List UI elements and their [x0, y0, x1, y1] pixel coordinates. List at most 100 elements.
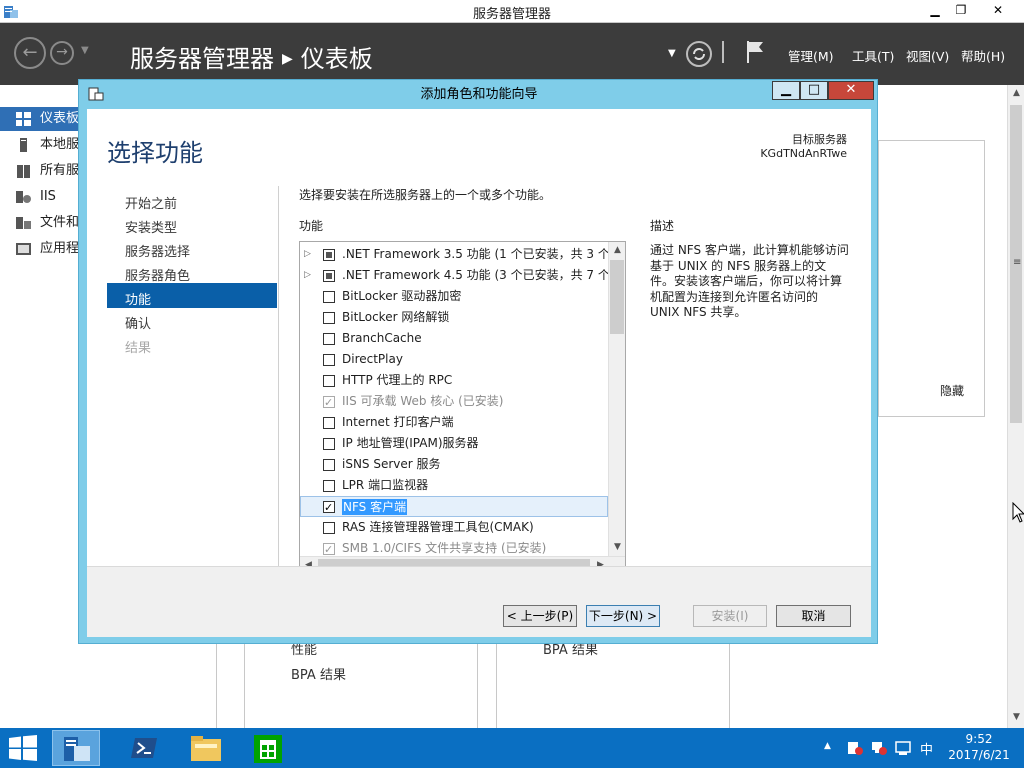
main-scrollbar[interactable]: ▲ ≡ ▼ — [1007, 85, 1024, 728]
feature-label: BranchCache — [342, 331, 422, 345]
folder-icon — [191, 736, 221, 761]
feature-item-lpr[interactable]: LPR 端口监视器 — [300, 475, 608, 496]
expand-icon[interactable]: ▷ — [304, 244, 311, 265]
step-server-selection[interactable]: 服务器选择 — [125, 241, 190, 260]
features-vertical-scrollbar[interactable]: ▲ ▼ — [608, 242, 625, 556]
menu-help[interactable]: 帮助(H) — [961, 46, 1005, 65]
minimize-button[interactable]: ▁ — [923, 1, 947, 21]
feature-checkbox[interactable] — [323, 480, 335, 492]
tray-expand-icon[interactable]: ▲ — [824, 741, 831, 751]
restore-button[interactable]: ❐ — [949, 1, 973, 21]
feature-checkbox — [323, 392, 335, 412]
nav-item-app-server[interactable]: 应用程序服务器 — [0, 237, 80, 261]
next-button[interactable]: 下一步(N) > — [586, 605, 660, 627]
step-features[interactable]: 功能 — [125, 289, 151, 308]
wizard-minimize-button[interactable]: ▁ — [772, 81, 800, 100]
feature-item-directplay[interactable]: DirectPlay — [300, 349, 608, 370]
nav-item-local-server[interactable]: 本地服务器 — [0, 133, 80, 157]
notifications-flag-icon[interactable] — [744, 39, 766, 65]
file-storage-icon — [16, 217, 31, 229]
feature-checkbox[interactable] — [323, 270, 335, 282]
nav-item-iis[interactable]: IIS — [0, 185, 80, 209]
feature-item-nfs-client[interactable]: NFS 客户端 — [300, 496, 608, 517]
feature-checkbox[interactable] — [323, 375, 335, 387]
feature-item-net35[interactable]: ▷ .NET Framework 3.5 功能 (1 个已安装，共 3 个) — [300, 244, 608, 265]
close-button[interactable]: ✕ — [975, 1, 1021, 21]
feature-checkbox[interactable] — [323, 354, 335, 366]
wizard-maximize-button[interactable]: □ — [800, 81, 828, 100]
feature-item-ipam[interactable]: IP 地址管理(IPAM)服务器 — [300, 433, 608, 454]
powershell-icon — [131, 738, 157, 758]
menu-tools[interactable]: 工具(T) — [852, 46, 894, 65]
step-confirmation[interactable]: 确认 — [125, 313, 151, 332]
header-divider — [722, 41, 724, 63]
instruction-text: 选择要安装在所选服务器上的一个或多个功能。 — [299, 188, 552, 202]
scroll-up-icon[interactable]: ▲ — [1008, 85, 1024, 102]
bg-divider — [216, 644, 217, 728]
feature-checkbox[interactable] — [323, 333, 335, 345]
feature-label: Internet 打印客户端 — [342, 415, 454, 429]
scroll-up-icon[interactable]: ▲ — [609, 242, 625, 259]
feature-checkbox[interactable] — [323, 312, 335, 324]
nav-item-file-storage[interactable]: 文件和存储服务 — [0, 211, 80, 235]
feature-item-iis-hostable[interactable]: IIS 可承载 Web 核心 (已安装) — [300, 391, 608, 412]
cancel-button[interactable]: 取消 — [776, 605, 851, 627]
menu-manage[interactable]: 管理(M) — [788, 46, 834, 65]
clock[interactable]: 9:52 2017/6/21 — [944, 731, 1014, 763]
refresh-icon[interactable] — [685, 40, 713, 68]
feature-item-smb1[interactable]: SMB 1.0/CIFS 文件共享支持 (已安装) — [300, 538, 608, 555]
feature-item-net45[interactable]: ▷ .NET Framework 4.5 功能 (3 个已安装，共 7 个) — [300, 265, 608, 286]
wizard-close-button[interactable]: ✕ — [828, 81, 874, 100]
step-server-roles[interactable]: 服务器角色 — [125, 265, 190, 284]
page-title: 选择功能 — [107, 139, 203, 167]
nav-item-dashboard[interactable]: 仪表板 — [0, 107, 80, 131]
feature-item-internet-print[interactable]: Internet 打印客户端 — [300, 412, 608, 433]
feature-item-bitlocker-unlock[interactable]: BitLocker 网络解锁 — [300, 307, 608, 328]
taskbar-file-explorer[interactable] — [182, 730, 230, 766]
step-before-you-begin[interactable]: 开始之前 — [125, 193, 177, 212]
scroll-thumb[interactable] — [610, 260, 624, 334]
network-icon[interactable] — [870, 740, 888, 756]
feature-checkbox[interactable] — [323, 522, 335, 534]
taskbar-store[interactable] — [244, 730, 292, 766]
feature-checkbox[interactable] — [323, 417, 335, 429]
nav-item-label: IIS — [40, 189, 56, 204]
volume-icon[interactable] — [894, 740, 912, 756]
feature-checkbox[interactable] — [323, 249, 335, 261]
previous-button[interactable]: < 上一步(P) — [503, 605, 577, 627]
taskbar-server-manager[interactable] — [52, 730, 100, 766]
feature-checkbox[interactable] — [323, 291, 335, 303]
breadcrumb-separator-icon: ▶ — [282, 51, 293, 67]
feature-item-isns[interactable]: iSNS Server 服务 — [300, 454, 608, 475]
action-center-icon[interactable] — [846, 740, 864, 756]
nav-item-all-servers[interactable]: 所有服务器 — [0, 159, 80, 183]
menu-view[interactable]: 视图(V) — [906, 46, 949, 65]
refresh-dropdown-icon[interactable]: ▼ — [668, 48, 676, 59]
grip-icon: ≡ — [1013, 257, 1022, 268]
feature-checkbox[interactable] — [323, 438, 335, 450]
start-windows-icon[interactable] — [8, 735, 38, 761]
feature-item-bitlocker[interactable]: BitLocker 驱动器加密 — [300, 286, 608, 307]
feature-item-rpc-http[interactable]: HTTP 代理上的 RPC — [300, 370, 608, 391]
hide-link[interactable]: 隐藏 — [940, 382, 964, 399]
forward-arrow-icon[interactable]: → — [50, 41, 74, 65]
features-tree[interactable]: ▷ .NET Framework 3.5 功能 (1 个已安装，共 3 个) ▷… — [299, 241, 626, 574]
feature-item-cmak[interactable]: RAS 连接管理器管理工具包(CMAK) — [300, 517, 608, 538]
feature-item-branchcache[interactable]: BranchCache — [300, 328, 608, 349]
scroll-down-icon[interactable]: ▼ — [609, 539, 625, 556]
expand-icon[interactable]: ▷ — [304, 265, 311, 286]
history-dropdown-icon[interactable]: ▼ — [81, 45, 89, 56]
bpa-results-link[interactable]: BPA 结果 — [291, 664, 346, 683]
feature-label: DirectPlay — [342, 352, 403, 366]
taskbar-powershell[interactable] — [120, 730, 168, 766]
back-arrow-icon[interactable]: ← — [14, 37, 46, 69]
scroll-down-icon[interactable]: ▼ — [1008, 709, 1024, 726]
ime-indicator[interactable]: 中 — [920, 739, 933, 758]
bg-tile-servers: BPA 结果 — [496, 643, 730, 734]
feature-label: NFS 客户端 — [342, 499, 408, 515]
store-icon — [254, 735, 282, 763]
step-install-type[interactable]: 安装类型 — [125, 217, 177, 236]
destination-server: 目标服务器 KGdTNdAnRTwe — [760, 133, 847, 161]
feature-checkbox[interactable] — [323, 497, 335, 516]
feature-checkbox[interactable] — [323, 459, 335, 471]
